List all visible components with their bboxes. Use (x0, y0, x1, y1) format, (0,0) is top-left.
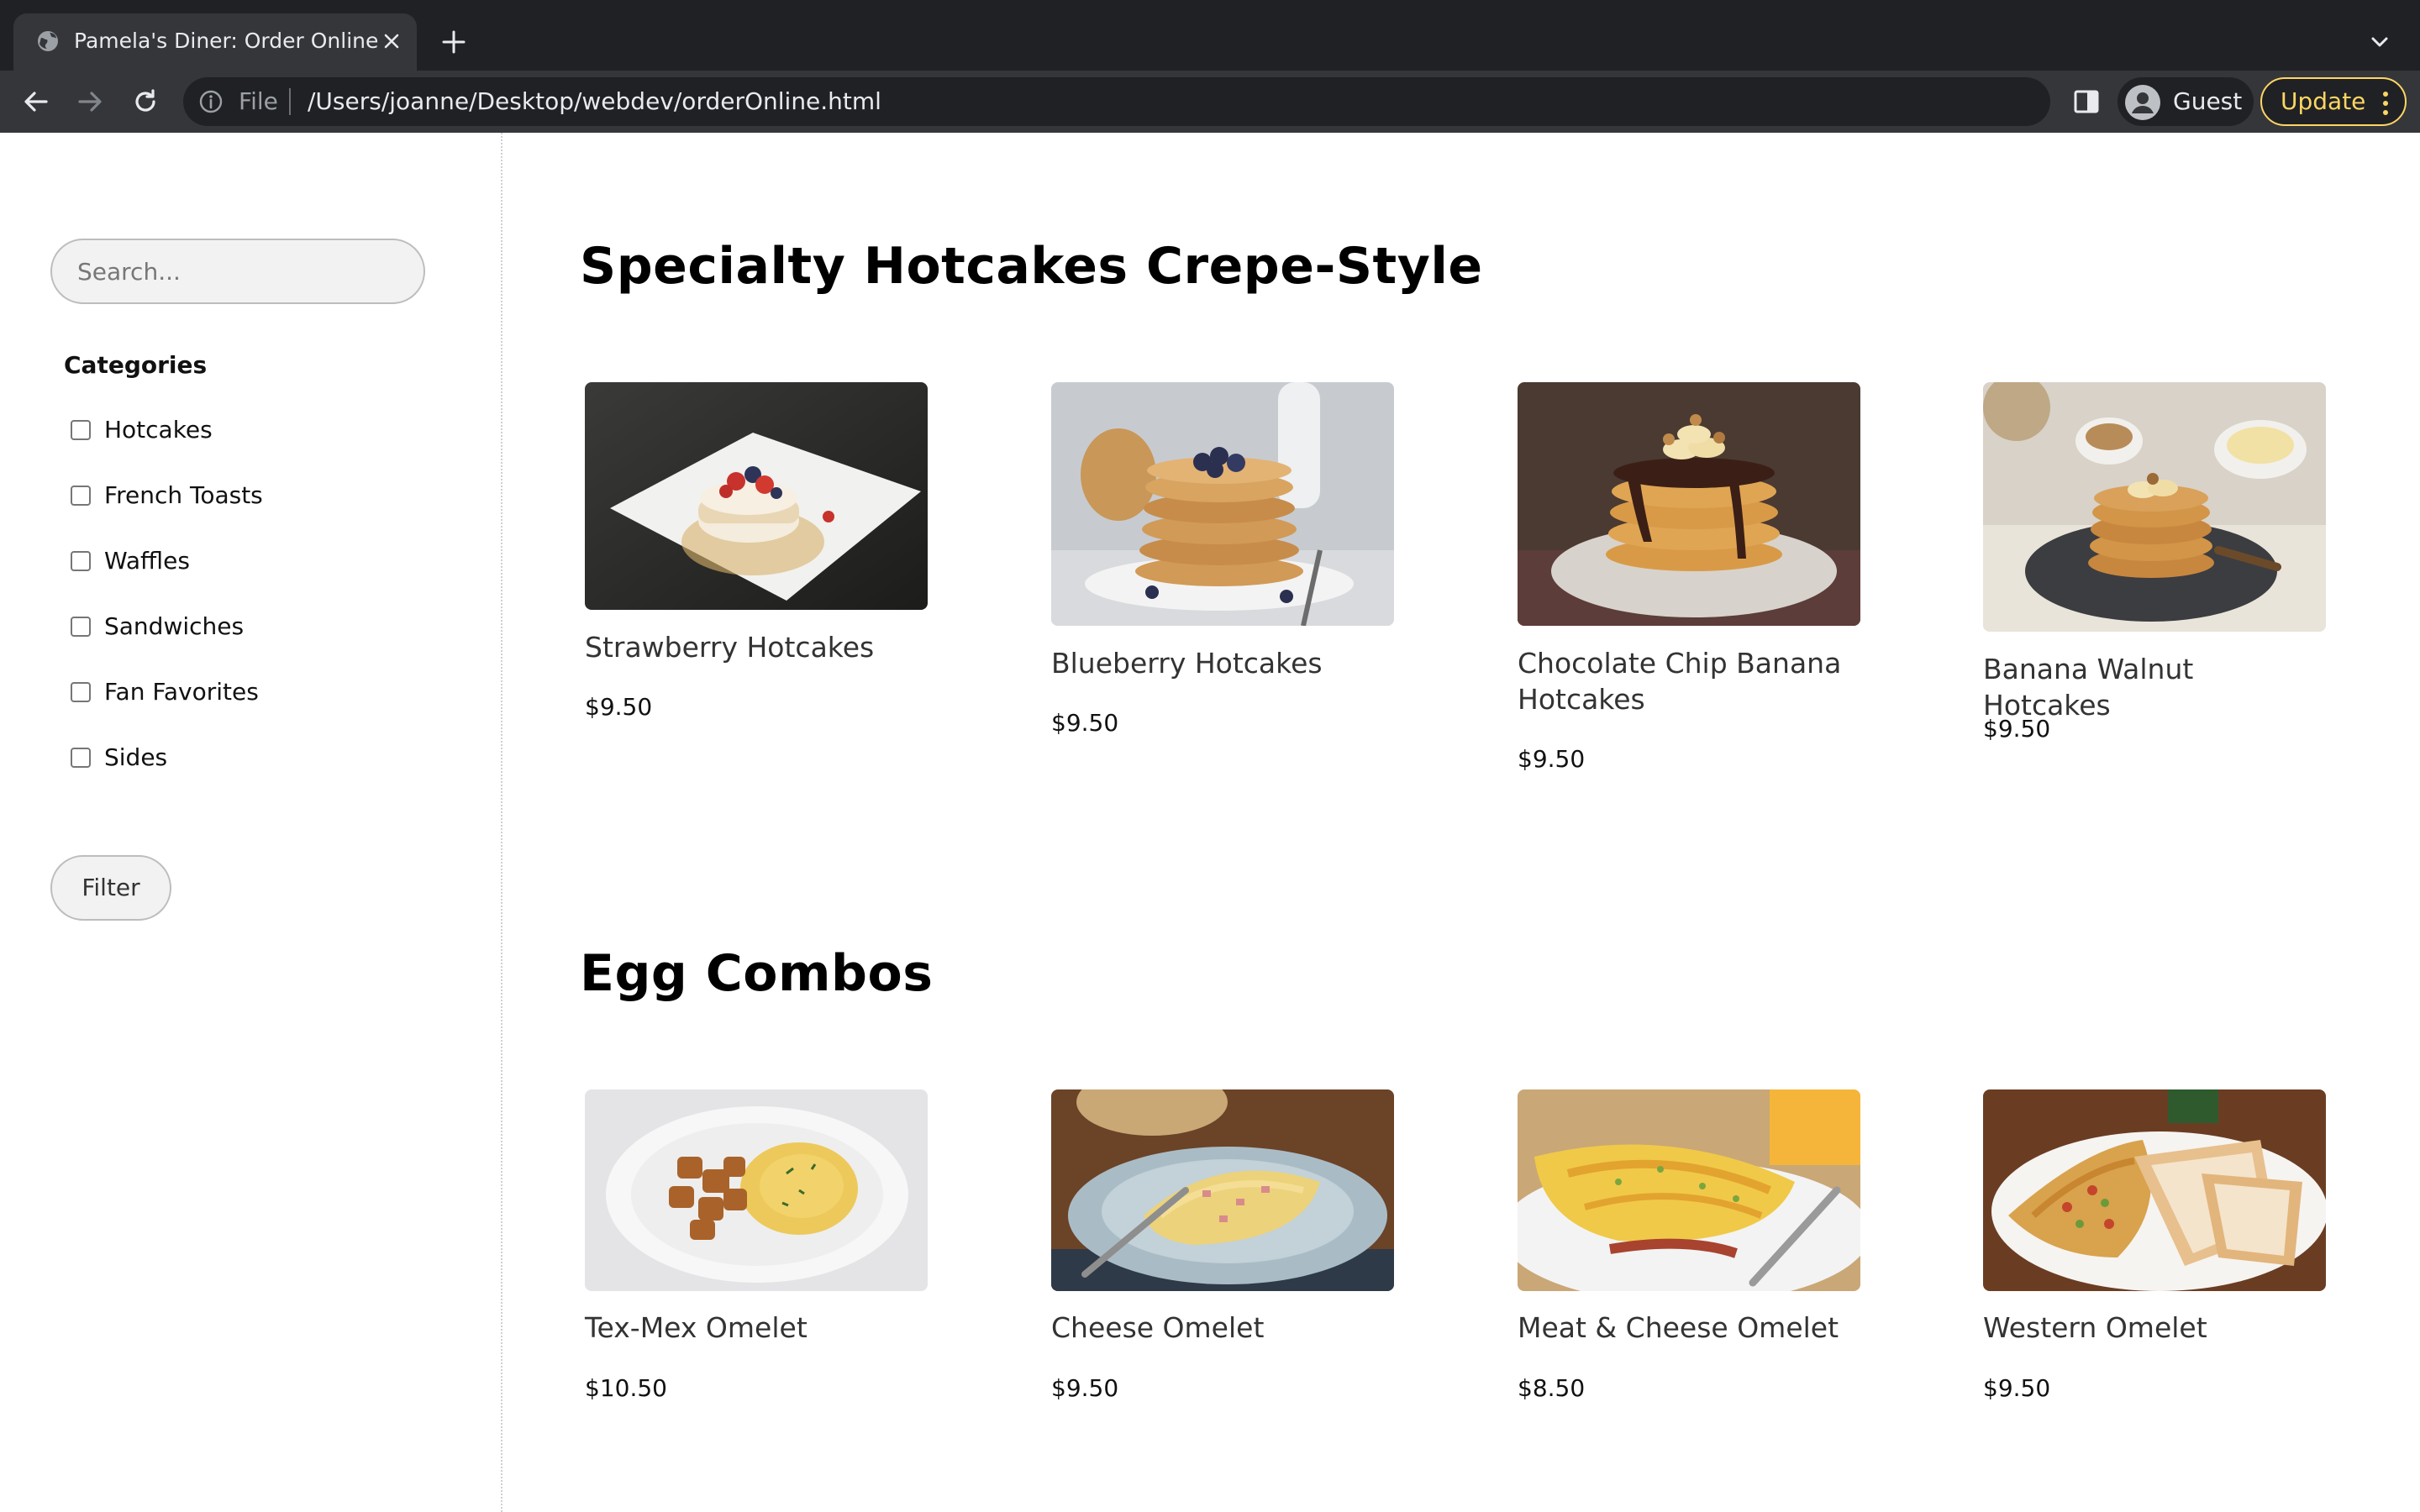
forward-arrow-icon[interactable] (72, 84, 108, 119)
guest-avatar-icon (2125, 85, 2160, 120)
filter-button-label: Filter (82, 874, 140, 901)
filter-sidebar: Categories Hotcakes French Toasts Waffle… (0, 133, 502, 1512)
menu-item-price: $8.50 (1518, 1374, 1586, 1402)
menu-item-name: Banana Walnut Hotcakes (1983, 653, 2194, 722)
back-arrow-icon[interactable] (18, 84, 54, 119)
cheese-omelet-photo[interactable] (1051, 1089, 1394, 1291)
reload-icon[interactable] (128, 84, 163, 119)
menu-item-price: $10.50 (585, 1374, 667, 1402)
url-scheme-label: File (239, 87, 278, 115)
filter-button[interactable]: Filter (50, 855, 171, 921)
checkbox[interactable] (71, 682, 91, 702)
address-bar[interactable]: File /Users/joanne/Desktop/webdev/orderO… (183, 77, 2050, 126)
new-tab-plus-icon[interactable] (437, 25, 471, 59)
url-text[interactable]: /Users/joanne/Desktop/webdev/orderOnline… (308, 87, 881, 116)
globe-icon (38, 31, 58, 51)
section-title-hotcakes: Specialty Hotcakes Crepe-Style (580, 237, 1483, 296)
chevron-down-icon[interactable] (2366, 29, 2393, 55)
checkbox[interactable] (71, 748, 91, 768)
info-icon[interactable] (198, 89, 224, 114)
strawberry-hotcakes-photo[interactable] (585, 382, 928, 610)
tab-title: Pamela's Diner: Order Online (74, 29, 379, 53)
menu-item-name: Cheese Omelet (1051, 1311, 1265, 1344)
banana-walnut-hotcakes-photo[interactable] (1983, 382, 2326, 632)
chocolate-banana-hotcakes-photo[interactable] (1518, 382, 1860, 626)
side-panel-icon[interactable] (2072, 87, 2101, 116)
update-button[interactable]: Update (2260, 77, 2407, 126)
meat-cheese-omelet-photo[interactable] (1518, 1089, 1860, 1291)
category-label: Sides (104, 743, 168, 771)
profile-name: Guest (2173, 87, 2243, 115)
category-label: Fan Favorites (104, 678, 259, 706)
menu-item-name: Strawberry Hotcakes (585, 631, 875, 664)
browser-tab[interactable]: Pamela's Diner: Order Online (13, 13, 417, 71)
close-icon[interactable] (378, 28, 405, 55)
menu-item-name: Western Omelet (1983, 1311, 2207, 1344)
profile-button[interactable]: Guest (2118, 77, 2254, 126)
category-label: French Toasts (104, 481, 263, 509)
category-label: Waffles (104, 547, 190, 575)
checkbox[interactable] (71, 617, 91, 637)
tex-mex-omelet-photo[interactable] (585, 1089, 928, 1291)
menu-item-name: Chocolate Chip Banana Hotcakes (1518, 647, 1842, 716)
menu-item-price: $9.50 (585, 693, 653, 721)
menu-item-price: $9.50 (1051, 709, 1119, 737)
browser-tab-strip: Pamela's Diner: Order Online (0, 0, 2420, 71)
menu-item-price: $9.50 (1051, 1374, 1119, 1402)
section-title-egg-combos: Egg Combos (580, 944, 934, 1003)
update-label: Update (2281, 87, 2366, 115)
menu-item-name: Blueberry Hotcakes (1051, 647, 1323, 680)
category-label: Sandwiches (104, 612, 245, 640)
browser-toolbar: File /Users/joanne/Desktop/webdev/orderO… (0, 71, 2420, 133)
western-omelet-photo[interactable] (1983, 1089, 2326, 1291)
more-vert-icon[interactable] (2381, 91, 2390, 116)
checkbox[interactable] (71, 551, 91, 571)
category-label: Hotcakes (104, 416, 213, 444)
blueberry-hotcakes-photo[interactable] (1051, 382, 1394, 626)
menu-item-price: $9.50 (1518, 745, 1586, 773)
menu-item-name: Tex-Mex Omelet (585, 1311, 808, 1344)
menu-item-price: $9.50 (1983, 1374, 2051, 1402)
menu-item-name: Meat & Cheese Omelet (1518, 1311, 1839, 1344)
url-separator (289, 88, 291, 115)
checkbox[interactable] (71, 420, 91, 440)
checkbox[interactable] (71, 486, 91, 506)
categories-heading: Categories (64, 351, 208, 379)
search-input[interactable] (50, 239, 425, 304)
menu-item-price: $9.50 (1983, 715, 2051, 743)
